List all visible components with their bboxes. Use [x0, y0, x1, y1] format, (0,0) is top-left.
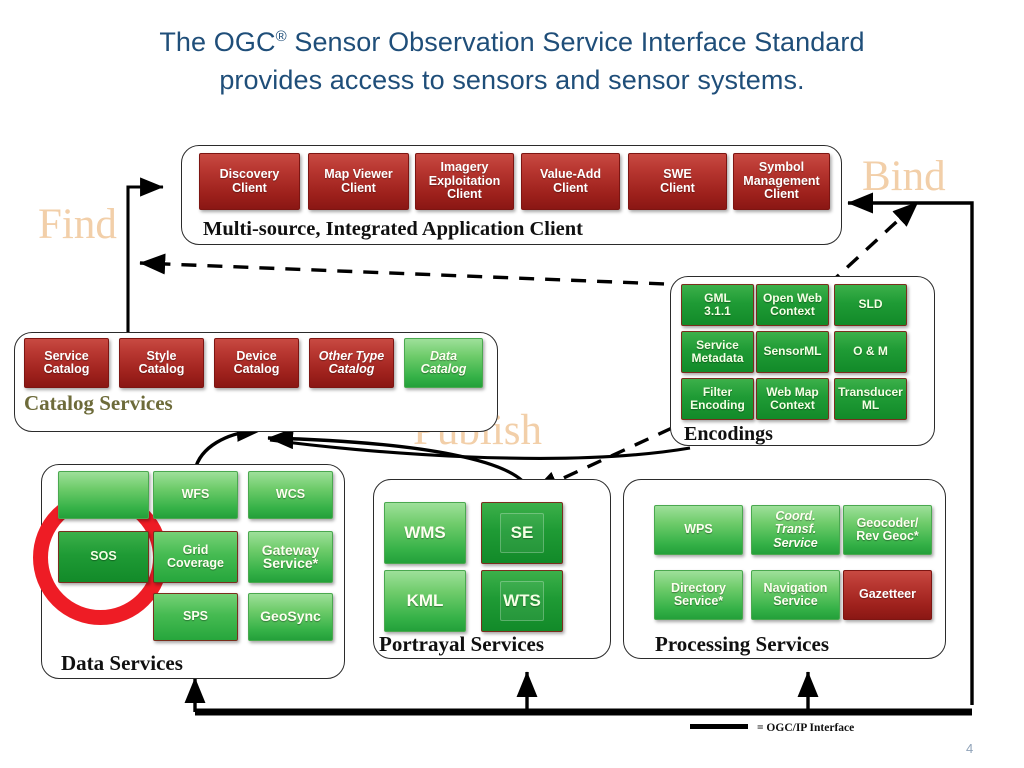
group-label-encodings: Encodings: [684, 423, 773, 445]
box-label: Transducer ML: [838, 384, 903, 412]
data-services-box-wfs[interactable]: WFS: [153, 471, 238, 519]
client-group-box-discovery-client[interactable]: Discovery Client: [199, 153, 300, 210]
box-label: Gazetteer: [859, 587, 916, 602]
box-label: Value-Add Client: [539, 167, 602, 195]
processing-services-box-navigation-service[interactable]: Navigation Service: [751, 570, 840, 620]
box-label: Grid Coverage: [167, 542, 224, 570]
portrayal-services-box-wms[interactable]: WMS: [384, 502, 466, 564]
data-services-box-gateway-service[interactable]: Gateway Service*: [248, 531, 333, 583]
legend-line-sample: [690, 724, 748, 729]
box-label: Other Type Catalog: [318, 348, 385, 376]
catalog-services-box-style-catalog[interactable]: Style Catalog: [119, 338, 204, 388]
data-services-box-sos[interactable]: SOS: [58, 531, 149, 583]
group-label-processing-services: Processing Services: [655, 632, 829, 656]
box-label: Navigation Service: [763, 580, 828, 608]
find-dashed-connector: [139, 253, 691, 287]
box-label: Style Catalog: [138, 348, 185, 376]
box-label: Service Catalog: [43, 348, 90, 376]
encodings-box-filter-encoding[interactable]: Filter Encoding: [681, 378, 754, 420]
group-label-portrayal-services: Portrayal Services: [379, 632, 545, 656]
box-label: SLD: [858, 297, 883, 312]
box-label: Gateway Service*: [261, 541, 320, 571]
box-label: WTS: [503, 591, 541, 611]
box-label: Data Catalog: [420, 348, 467, 376]
box-label: SensorML: [763, 344, 822, 359]
encodings-box-sensorml[interactable]: SensorML: [756, 331, 829, 373]
encodings-box-o-m[interactable]: O & M: [834, 331, 907, 373]
client-group-box-map-viewer-client[interactable]: Map Viewer Client: [308, 153, 409, 210]
processing-services-box-gazetteer[interactable]: Gazetteer: [843, 570, 932, 620]
box-label: Directory Service*: [671, 580, 726, 608]
group-label-catalog-services: Catalog Services: [24, 391, 173, 415]
processing-services-box-geocoder-rev-geoc[interactable]: Geocoder/Rev Geoc*: [843, 505, 932, 555]
box-label: Filter Encoding: [690, 384, 745, 412]
data-services-box-box[interactable]: [58, 471, 149, 519]
slide-canvas: The OGC® Sensor Observation Service Inte…: [0, 0, 1024, 768]
box-label: WCS: [275, 487, 306, 502]
box-label: Symbol Management Client: [743, 160, 820, 202]
box-label: WMS: [404, 523, 446, 543]
group-label-data-services: Data Services: [61, 651, 183, 675]
box-label: SWE Client: [660, 167, 695, 195]
box-label: WPS: [684, 522, 713, 537]
box-label: Imagery Exploitation Client: [428, 160, 501, 202]
encodings-box-open-web-context[interactable]: Open Web Context: [756, 284, 829, 326]
encodings-box-sld[interactable]: SLD: [834, 284, 907, 326]
data-services-box-sps[interactable]: SPS: [153, 593, 238, 641]
catalog-services-box-service-catalog[interactable]: Service Catalog: [24, 338, 109, 388]
box-label: GeoSync: [260, 608, 321, 625]
data-services-box-grid-coverage[interactable]: Grid Coverage: [153, 531, 238, 583]
box-label: Open Web Context: [762, 290, 823, 318]
group-label-application-client: Multi-source, Integrated Application Cli…: [203, 218, 583, 240]
processing-services-box-coord-transf-service[interactable]: Coord. Transf. Service: [751, 505, 840, 555]
encodings-box-web-map-context[interactable]: Web Map Context: [756, 378, 829, 420]
data-services-box-geosync[interactable]: GeoSync: [248, 593, 333, 641]
client-group-box-swe-client[interactable]: SWE Client: [628, 153, 727, 210]
portrayal-services-box-se[interactable]: SE: [481, 502, 563, 564]
encodings-box-gml-3-1-1[interactable]: GML 3.1.1: [681, 284, 754, 326]
box-label: KML: [406, 591, 444, 611]
encodings-box-service-metadata[interactable]: Service Metadata: [681, 331, 754, 373]
client-group-box-value-add-client[interactable]: Value-Add Client: [521, 153, 620, 210]
box-label: Discovery Client: [219, 167, 280, 195]
encodings-box-transducer-ml[interactable]: Transducer ML: [834, 378, 907, 420]
catalog-services-box-device-catalog[interactable]: Device Catalog: [214, 338, 299, 388]
legend-label: = OGC/IP Interface: [757, 722, 855, 734]
page-number: 4: [966, 741, 974, 756]
portrayal-services-box-kml[interactable]: KML: [384, 570, 466, 632]
box-label: SOS: [90, 549, 117, 564]
box-label: GML 3.1.1: [704, 290, 731, 318]
processing-services-box-directory-service[interactable]: Directory Service*: [654, 570, 743, 620]
box-label: SPS: [182, 609, 208, 624]
portrayal-services-box-wts[interactable]: WTS: [481, 570, 563, 632]
box-label: Web Map Context: [766, 384, 819, 412]
catalog-services-box-other-type-catalog[interactable]: Other Type Catalog: [309, 338, 394, 388]
box-label: Geocoder/Rev Geoc*: [856, 515, 919, 543]
box-label: Service Metadata: [691, 337, 744, 365]
box-label: SE: [510, 523, 534, 543]
processing-services-box-wps[interactable]: WPS: [654, 505, 743, 555]
box-label: WFS: [181, 487, 210, 502]
box-label: Map Viewer Client: [324, 167, 393, 195]
box-label: Device Catalog: [233, 348, 280, 376]
box-label: Coord. Transf. Service: [773, 508, 818, 550]
data-services-box-wcs[interactable]: WCS: [248, 471, 333, 519]
flow-label-find: Find: [38, 201, 117, 248]
box-label: O & M: [853, 344, 888, 359]
catalog-services-box-data-catalog[interactable]: Data Catalog: [404, 338, 483, 388]
client-group-box-symbol-management-client[interactable]: Symbol Management Client: [733, 153, 830, 210]
flow-label-bind: Bind: [862, 153, 946, 200]
client-group-box-imagery-exploitation-client[interactable]: Imagery Exploitation Client: [415, 153, 514, 210]
